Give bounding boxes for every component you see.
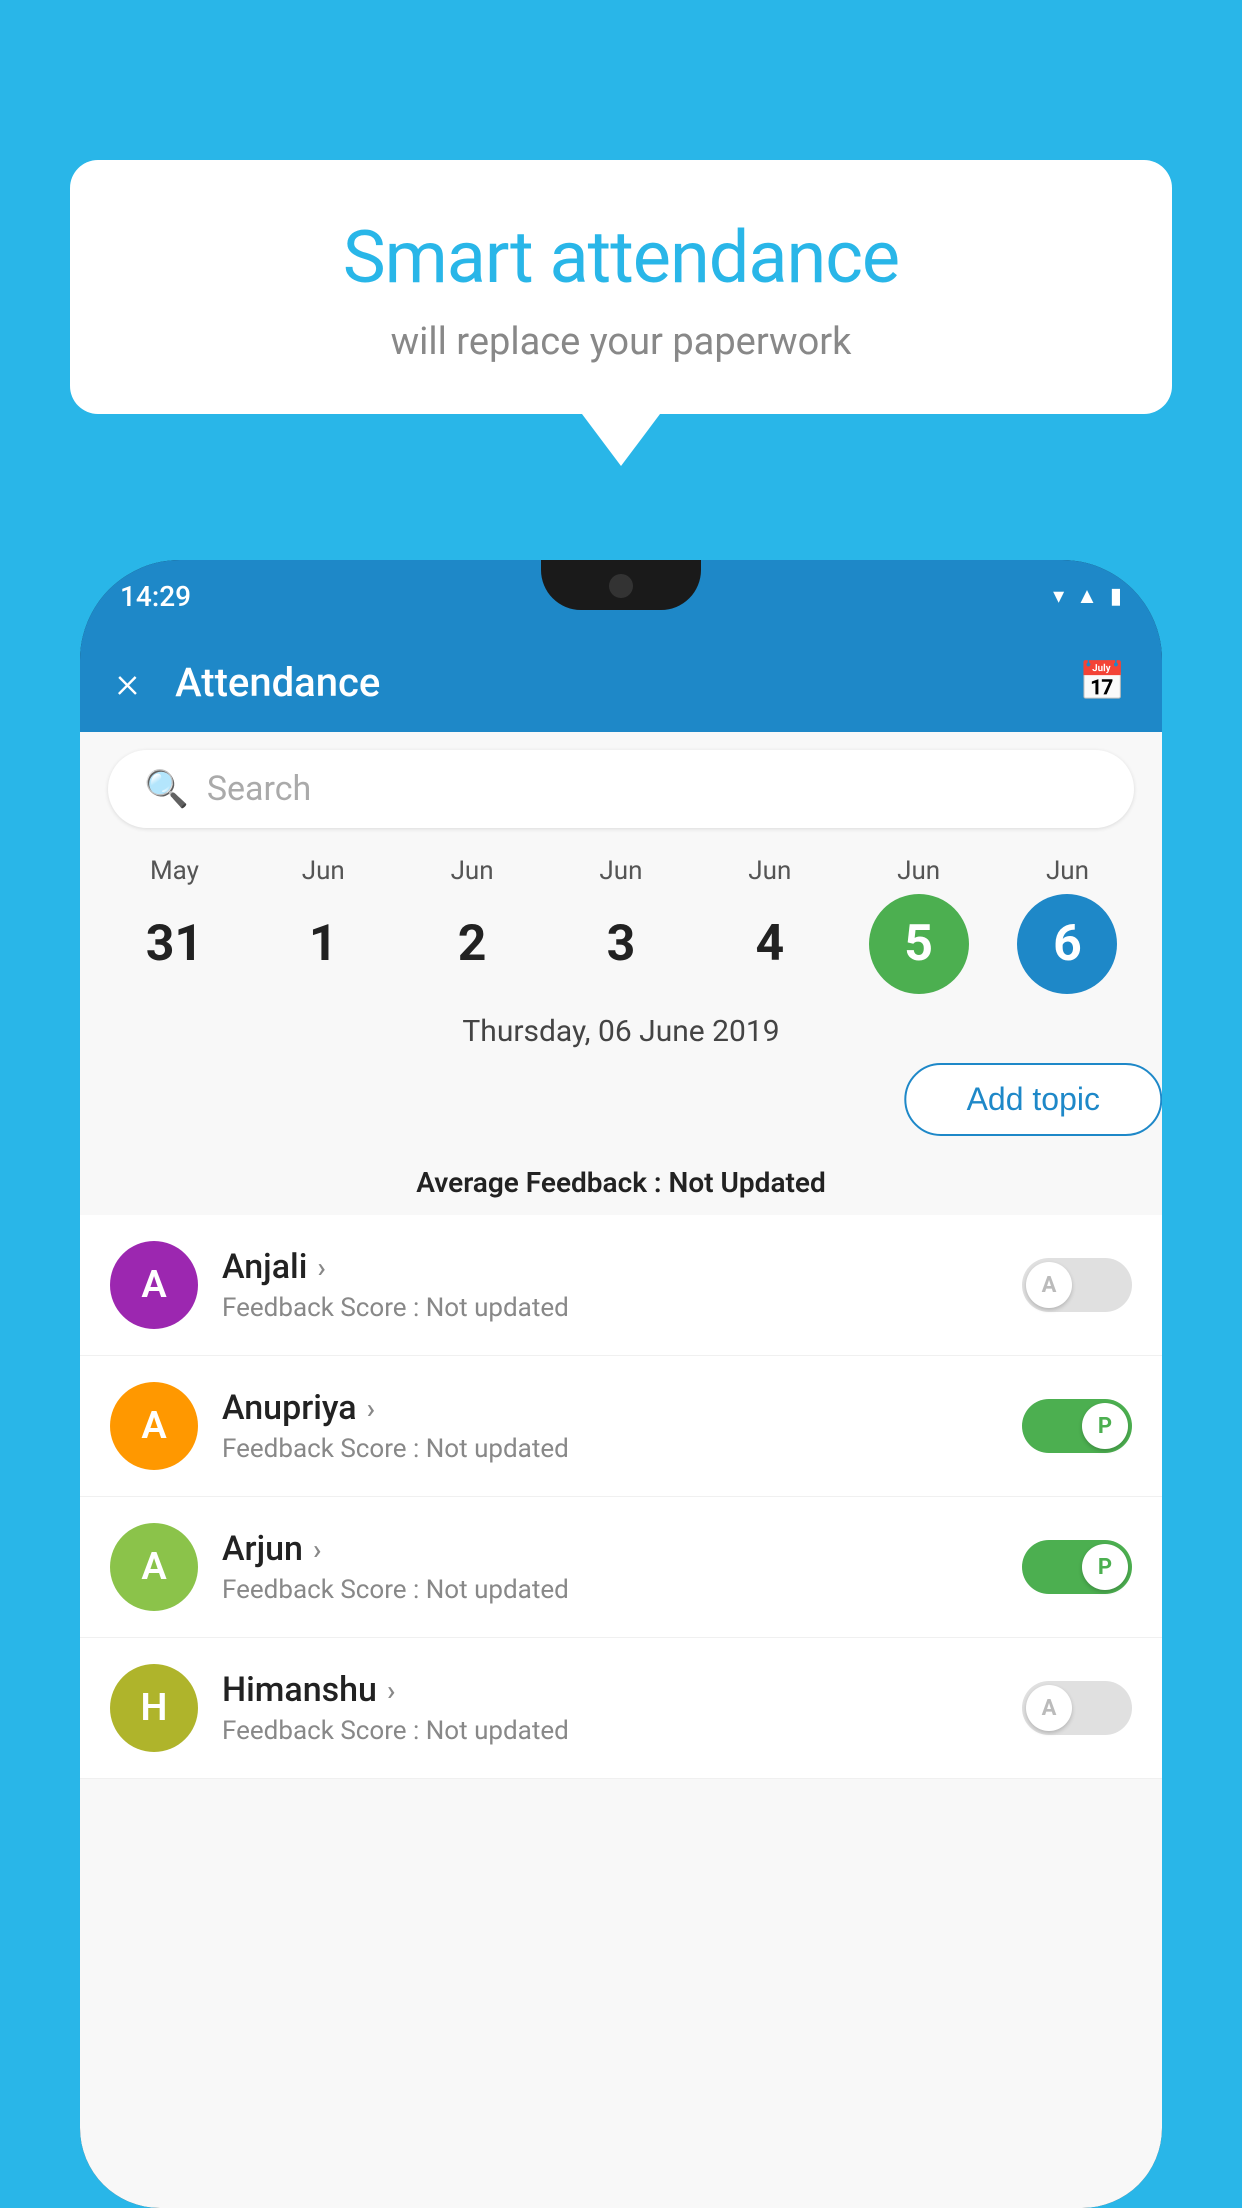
avg-feedback-value: Not Updated xyxy=(669,1166,826,1199)
student-info: Arjun › Feedback Score : Not updated xyxy=(222,1529,1022,1605)
student-item[interactable]: H Himanshu › Feedback Score : Not updatedA xyxy=(80,1638,1162,1779)
calendar-day[interactable]: Jun 1 xyxy=(263,856,383,994)
student-name: Anjali › xyxy=(222,1247,1022,1287)
student-feedback: Feedback Score : Not updated xyxy=(222,1716,1022,1746)
calendar-icon[interactable]: 📅 xyxy=(1079,660,1126,704)
chevron-right-icon: › xyxy=(387,1674,395,1707)
student-item[interactable]: AAnjali ›Feedback Score : Not updatedA xyxy=(80,1215,1162,1356)
wifi-icon: ▾ xyxy=(1053,584,1064,609)
calendar-month: Jun xyxy=(897,856,940,886)
student-item[interactable]: A Arjun › Feedback Score : Not updatedP xyxy=(80,1497,1162,1638)
search-icon: 🔍 xyxy=(144,768,189,810)
student-info: Himanshu › Feedback Score : Not updated xyxy=(222,1670,1022,1746)
calendar-month: Jun xyxy=(302,856,345,886)
avg-feedback-label: Average Feedback : xyxy=(416,1166,661,1199)
attendance-toggle[interactable]: A xyxy=(1022,1681,1132,1735)
student-feedback: Feedback Score : Not updated xyxy=(222,1293,1022,1323)
avatar: A xyxy=(110,1523,198,1611)
calendar-date[interactable]: 5 xyxy=(869,894,969,994)
phone-camera xyxy=(609,574,633,598)
chevron-right-icon: › xyxy=(367,1392,375,1425)
phone-frame: 14:29 ▾ ▲ ▮ × Attendance 📅 🔍 Search May 3… xyxy=(80,560,1162,2208)
calendar-date[interactable]: 6 xyxy=(1017,894,1117,994)
selected-date: Thursday, 06 June 2019 xyxy=(80,994,1162,1063)
screen-content: 🔍 Search May 31 Jun 1 Jun 2 Jun 3 Jun 4 Jun 5 Jun 6 T… xyxy=(80,732,1162,2208)
search-placeholder: Search xyxy=(207,769,311,809)
student-feedback: Feedback Score : Not updated xyxy=(222,1434,1022,1464)
avatar: H xyxy=(110,1664,198,1752)
avatar: A xyxy=(110,1382,198,1470)
student-info: Anjali › Feedback Score : Not updated xyxy=(222,1247,1022,1323)
avg-feedback: Average Feedback : Not Updated xyxy=(80,1166,1162,1215)
app-bar: × Attendance 📅 xyxy=(80,632,1162,732)
student-name: Anupriya › xyxy=(222,1388,1022,1428)
calendar-day[interactable]: May 31 xyxy=(114,856,234,994)
calendar-date[interactable]: 1 xyxy=(273,894,373,994)
status-time: 14:29 xyxy=(120,580,191,613)
calendar-day[interactable]: Jun 3 xyxy=(561,856,681,994)
attendance-toggle[interactable]: A xyxy=(1022,1258,1132,1312)
calendar-month: Jun xyxy=(451,856,494,886)
attendance-toggle[interactable]: P xyxy=(1022,1540,1132,1594)
attendance-toggle[interactable]: P xyxy=(1022,1399,1132,1453)
battery-icon: ▮ xyxy=(1110,584,1122,609)
student-name: Himanshu › xyxy=(222,1670,1022,1710)
calendar-date[interactable]: 31 xyxy=(124,894,224,994)
bubble-title: Smart attendance xyxy=(130,215,1112,300)
calendar-row: May 31 Jun 1 Jun 2 Jun 3 Jun 4 Jun 5 Jun 6 xyxy=(80,846,1162,994)
add-topic-button[interactable]: Add topic xyxy=(905,1063,1162,1136)
calendar-month: Jun xyxy=(599,856,642,886)
avatar: A xyxy=(110,1241,198,1329)
search-bar[interactable]: 🔍 Search xyxy=(108,750,1134,828)
calendar-day[interactable]: Jun 5 xyxy=(859,856,979,994)
speech-bubble: Smart attendance will replace your paper… xyxy=(70,160,1172,414)
status-icons: ▾ ▲ ▮ xyxy=(1053,583,1122,609)
calendar-date[interactable]: 4 xyxy=(720,894,820,994)
phone-notch xyxy=(541,560,701,610)
calendar-day[interactable]: Jun 6 xyxy=(1007,856,1127,994)
calendar-date[interactable]: 2 xyxy=(422,894,522,994)
chevron-right-icon: › xyxy=(313,1533,321,1566)
chevron-right-icon: › xyxy=(317,1251,325,1284)
calendar-month: Jun xyxy=(1046,856,1089,886)
student-feedback: Feedback Score : Not updated xyxy=(222,1575,1022,1605)
search-container: 🔍 Search xyxy=(80,732,1162,846)
signal-icon: ▲ xyxy=(1076,583,1098,609)
calendar-month: Jun xyxy=(748,856,791,886)
student-list: AAnjali ›Feedback Score : Not updatedAAA… xyxy=(80,1215,1162,1779)
student-item[interactable]: A Anupriya › Feedback Score : Not updatedP xyxy=(80,1356,1162,1497)
student-name: Arjun › xyxy=(222,1529,1022,1569)
calendar-day[interactable]: Jun 2 xyxy=(412,856,532,994)
app-title: Attendance xyxy=(175,659,1079,706)
calendar-date[interactable]: 3 xyxy=(571,894,671,994)
bubble-subtitle: will replace your paperwork xyxy=(130,320,1112,364)
calendar-day[interactable]: Jun 4 xyxy=(710,856,830,994)
student-info: Anupriya › Feedback Score : Not updated xyxy=(222,1388,1022,1464)
close-button[interactable]: × xyxy=(116,656,139,708)
calendar-month: May xyxy=(150,856,199,886)
